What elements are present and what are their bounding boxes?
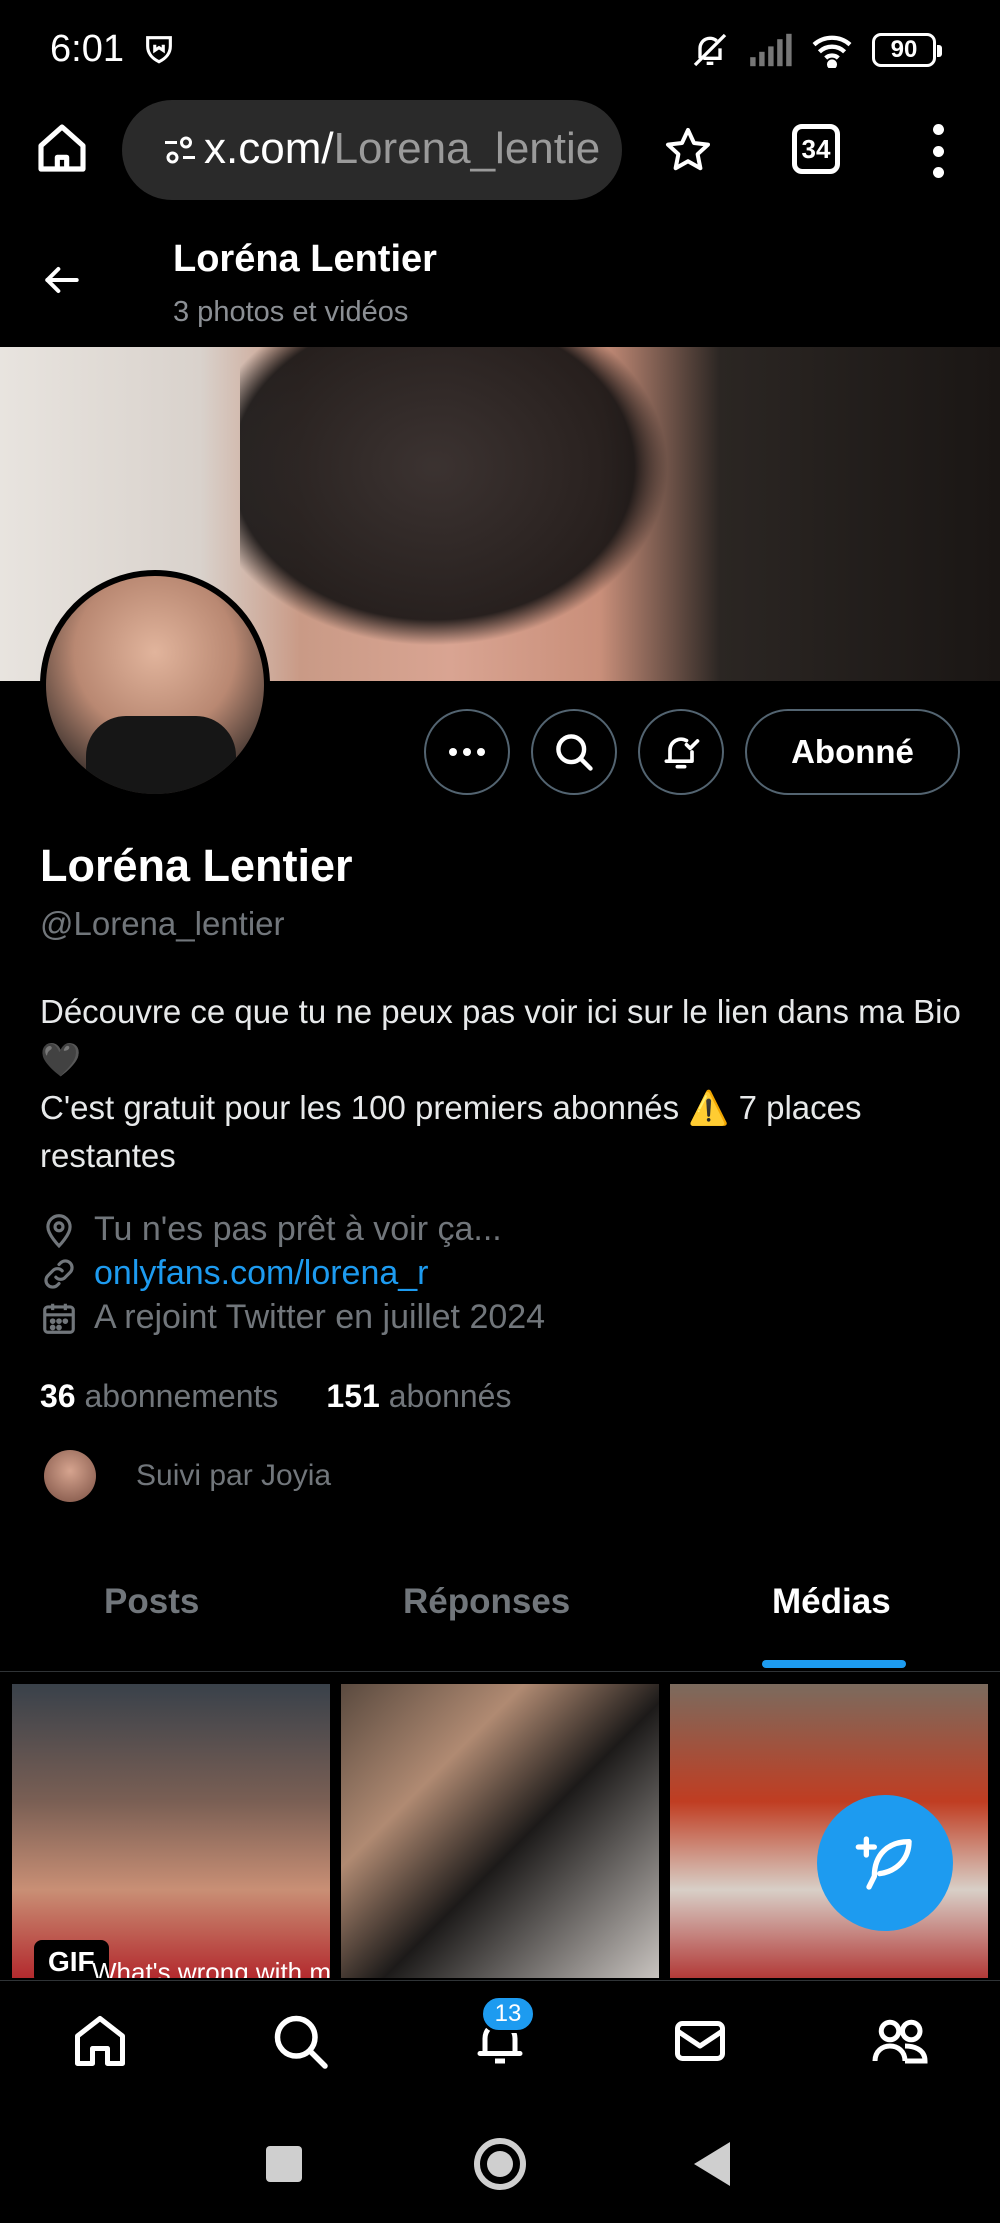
following-button[interactable]: Abonné [745,709,960,795]
following-count-link[interactable]: 36 abonnements [40,1378,278,1415]
profile-location: Tu n'es pas prêt à voir ça... [40,1210,502,1249]
followed-by-text: Suivi par Joyia [136,1459,332,1492]
following-count: 36 [40,1378,76,1414]
browser-home-icon[interactable] [34,120,90,176]
active-tab-indicator [762,1660,906,1668]
compose-feather-icon [855,1836,912,1890]
profile-name: Loréna Lentier [40,840,353,891]
followers-count-link[interactable]: 151 abonnés [326,1378,511,1415]
search-icon [556,734,593,771]
mute-bell-icon [693,33,727,67]
url-host: x.com/ [204,124,334,173]
header-subtitle: 3 photos et vidéos [173,296,409,328]
signal-icon [750,33,792,67]
tab-replies[interactable]: Réponses [403,1582,570,1622]
bell-check-icon [664,737,700,769]
security-shield-icon [146,36,172,64]
join-date-text: A rejoint Twitter en juillet 2024 [94,1298,546,1336]
notifications-toggle-button[interactable] [638,709,724,795]
profile-bio: Découvre ce que tu ne peux pas voir ici … [40,988,970,1180]
more-dots-icon [449,748,485,756]
followed-by[interactable]: Suivi par Joyia [44,1450,331,1502]
follower-avatar [44,1450,96,1502]
header-title: Loréna Lentier [173,238,437,280]
location-pin-icon [46,1213,72,1248]
bottom-navigation: 13 [0,1980,1000,2100]
profile-handle: @Lorena_lentier [40,905,285,942]
explore-search-icon[interactable] [270,2011,330,2071]
recent-apps-button[interactable] [266,2146,302,2182]
followers-count: 151 [326,1378,380,1414]
status-icons: 90 [690,30,942,70]
back-arrow-icon[interactable] [40,258,84,302]
website-link[interactable]: onlyfans.com/lorena_r [94,1254,429,1293]
profile-tabs: Posts Réponses Médias [0,1570,1000,1672]
profile-header-bar: Loréna Lentier 3 photos et vidéos [0,230,1000,346]
followers-label: abonnés [388,1378,512,1414]
browser-menu-icon[interactable] [930,124,946,178]
browser-toolbar: x.com/Lorena_lentie 34 [0,100,1000,200]
tab-media[interactable]: Médias [772,1582,891,1622]
url-text[interactable]: x.com/Lorena_lentie [204,124,604,174]
profile-website[interactable]: onlyfans.com/lorena_r [40,1254,429,1293]
url-path: Lorena_lentie [333,124,601,173]
status-bar: 6:01 90 [0,0,1000,100]
gif-caption: What's wrong with me? [92,1957,330,1978]
bio-line: C'est gratuit pour les 100 premiers abon… [40,1089,862,1174]
status-time: 6:01 [50,28,124,70]
wifi-icon [812,35,852,68]
messages-envelope-icon[interactable] [670,2011,730,2071]
address-bar[interactable]: x.com/Lorena_lentie [122,100,622,200]
calendar-icon [43,1303,75,1334]
compose-post-button[interactable] [817,1795,953,1931]
profile-avatar[interactable] [40,570,270,800]
media-thumbnail[interactable]: GIF What's wrong with me? [12,1684,330,1978]
communities-icon[interactable] [870,2011,930,2071]
bookmark-star-icon[interactable] [664,126,712,174]
follow-counts: 36 abonnements 151 abonnés [40,1378,511,1415]
tab-posts[interactable]: Posts [104,1582,199,1622]
home-icon[interactable] [70,2011,130,2071]
location-text: Tu n'es pas prêt à voir ça... [94,1210,502,1248]
system-home-button[interactable] [474,2138,526,2190]
site-settings-icon[interactable] [162,134,198,166]
link-icon [44,1258,74,1289]
profile-join-date: A rejoint Twitter en juillet 2024 [40,1298,545,1337]
more-options-button[interactable] [424,709,510,795]
system-back-button[interactable] [694,2142,730,2186]
following-label: abonnements [84,1378,279,1414]
media-thumbnail[interactable] [341,1684,659,1978]
tab-switcher-button[interactable]: 34 [792,124,840,174]
profile-search-button[interactable] [531,709,617,795]
bio-line: Découvre ce que tu ne peux pas voir ici … [40,993,961,1078]
notification-count-badge: 13 [480,1995,536,2033]
system-navigation-bar [0,2100,1000,2223]
battery-icon: 90 [872,33,942,67]
